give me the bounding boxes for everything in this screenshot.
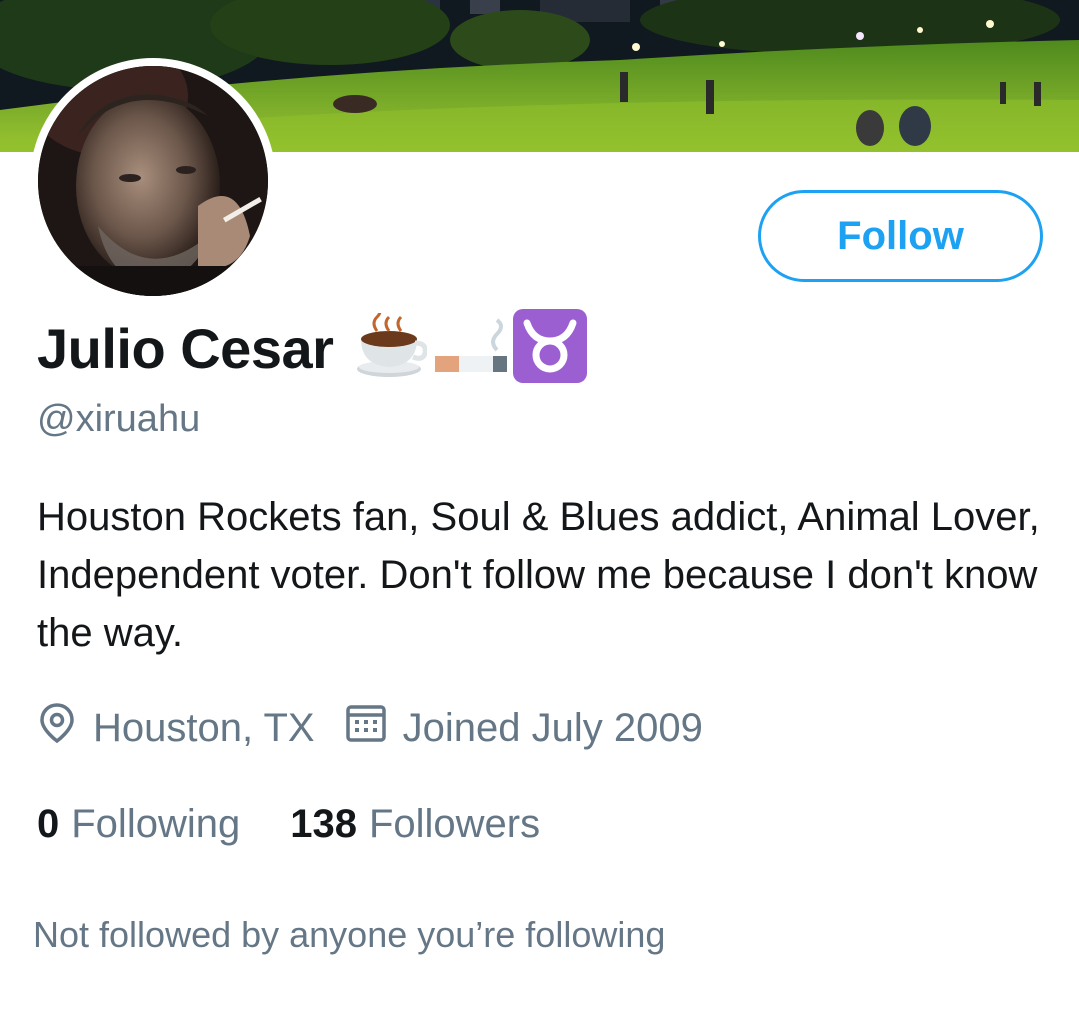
following-link[interactable]: 0 Following <box>37 802 240 847</box>
follow-button[interactable]: Follow <box>758 190 1043 282</box>
location-pin-icon <box>37 702 93 754</box>
avatar-photo <box>38 66 268 296</box>
profile-bio: Houston Rockets fan, Soul & Blues addict… <box>37 495 1040 655</box>
followed-by-text: Not followed by anyone you’re following <box>33 914 666 955</box>
followers-link[interactable]: 138 Followers <box>290 802 540 847</box>
profile-name-row: Julio Cesar <box>37 305 588 388</box>
profile-handle: @xiruahu <box>37 398 201 440</box>
profile-meta: Houston, TX Joined July 2009 <box>37 700 703 756</box>
cigarette-icon <box>431 316 511 381</box>
taurus-icon <box>513 308 588 388</box>
hot-beverage-icon <box>355 305 429 384</box>
following-count: 0 <box>37 801 60 846</box>
calendar-icon <box>345 702 403 754</box>
followers-label: Followers <box>368 801 541 846</box>
location-text: Houston, TX <box>93 705 315 750</box>
profile-location: Houston, TX <box>37 702 315 754</box>
followers-count: 138 <box>290 801 357 846</box>
profile-stats: 0 Following 138 Followers <box>37 796 540 852</box>
profile-avatar[interactable] <box>30 58 276 304</box>
following-label: Following <box>71 801 241 846</box>
display-name: Julio Cesar <box>37 316 334 380</box>
joined-text: Joined July 2009 <box>402 705 703 750</box>
profile-joined: Joined July 2009 <box>345 702 703 754</box>
